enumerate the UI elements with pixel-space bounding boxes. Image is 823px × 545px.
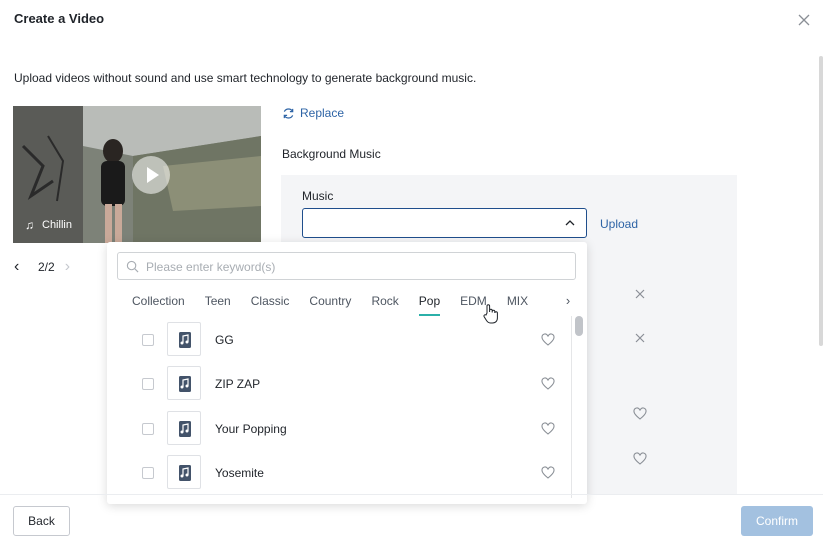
tab-country[interactable]: Country: [309, 294, 351, 314]
track-checkbox[interactable]: [142, 423, 154, 435]
list-item[interactable]: ZIP ZAP: [107, 362, 572, 406]
tabs-next-icon[interactable]: ›: [557, 291, 579, 313]
track-thumb: [167, 366, 201, 400]
search-input[interactable]: [146, 257, 566, 277]
list-item[interactable]: GG: [107, 318, 572, 362]
track-name: ZIP ZAP: [215, 377, 261, 391]
heart-icon[interactable]: [541, 422, 555, 436]
close-icon[interactable]: [796, 12, 812, 28]
track-thumb: [167, 455, 201, 489]
close-icon[interactable]: [635, 333, 645, 343]
search-icon: [126, 260, 139, 273]
track-checkbox[interactable]: [142, 334, 154, 346]
music-file-icon: [179, 421, 191, 437]
back-button[interactable]: Back: [13, 506, 70, 536]
search-box[interactable]: [117, 252, 576, 280]
close-icon[interactable]: [635, 289, 645, 299]
footer-divider: [0, 494, 823, 495]
track-name: Yosemite: [215, 466, 264, 480]
track-thumb: [167, 322, 201, 356]
heart-icon[interactable]: [541, 333, 555, 347]
music-note-icon: ♫: [25, 218, 34, 232]
tab-teen[interactable]: Teen: [205, 294, 231, 314]
track-name: GG: [215, 333, 234, 347]
music-file-icon: [179, 465, 191, 481]
confirm-button[interactable]: Confirm: [741, 506, 813, 536]
track-name: Your Popping: [215, 422, 287, 436]
chevron-left-icon[interactable]: ‹: [14, 258, 28, 276]
pager-count: 2/2: [38, 260, 55, 274]
hand-cursor-icon: [483, 304, 498, 324]
music-select[interactable]: [302, 208, 587, 238]
refresh-icon: [283, 107, 294, 119]
track-thumb: [167, 411, 201, 445]
dialog-subtitle: Upload videos without sound and use smar…: [14, 71, 477, 85]
video-pager: ‹ 2/2 ›: [14, 258, 79, 276]
tab-pop[interactable]: Pop: [418, 294, 441, 316]
video-music-caption: ♫ Chillin: [25, 218, 72, 232]
track-checkbox[interactable]: [142, 467, 154, 479]
chevron-up-icon: [565, 220, 575, 226]
track-checkbox[interactable]: [142, 378, 154, 390]
chevron-right-icon[interactable]: ›: [65, 258, 79, 276]
dialog-scrollbar[interactable]: [819, 56, 823, 346]
list-item[interactable]: Your Popping: [107, 407, 572, 451]
video-preview: ♫ Chillin: [13, 106, 261, 243]
list-item[interactable]: Yosemite: [107, 451, 572, 495]
dialog-title: Create a Video: [14, 11, 105, 26]
list-scrollbar-thumb[interactable]: [575, 316, 583, 336]
replace-label: Replace: [300, 106, 345, 120]
heart-icon[interactable]: [541, 377, 555, 391]
play-icon[interactable]: [132, 156, 170, 194]
replace-link[interactable]: Replace: [282, 106, 344, 120]
list-scrollbar-track: [571, 316, 572, 498]
genre-tabs: Collection Teen Classic Country Rock Pop…: [132, 294, 572, 316]
upload-link[interactable]: Upload: [600, 217, 638, 231]
music-file-icon: [179, 332, 191, 348]
tab-collection[interactable]: Collection: [132, 294, 185, 314]
background-music-label: Background Music: [282, 147, 381, 161]
video-music-name: Chillin: [42, 219, 72, 231]
music-dropdown: Collection Teen Classic Country Rock Pop…: [107, 242, 587, 504]
tab-mix[interactable]: MIX: [507, 294, 528, 314]
music-file-icon: [179, 376, 191, 392]
tab-classic[interactable]: Classic: [251, 294, 290, 314]
heart-icon[interactable]: [633, 407, 647, 421]
heart-icon[interactable]: [541, 466, 555, 480]
tab-rock[interactable]: Rock: [371, 294, 398, 314]
music-label: Music: [302, 189, 334, 203]
heart-icon[interactable]: [633, 452, 647, 466]
